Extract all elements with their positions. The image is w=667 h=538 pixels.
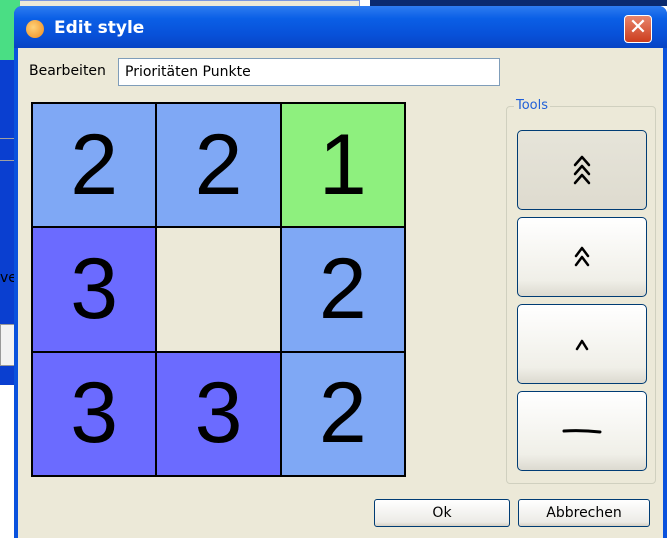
triple-chevron-up-icon	[573, 155, 591, 185]
edit-style-dialog: Edit style ✕ Bearbeiten 2 2 1 3 2 3 3 2 …	[14, 6, 667, 538]
grid-cell[interactable]: 3	[32, 351, 157, 476]
style-grid: 2 2 1 3 2 3 3 2	[31, 102, 406, 477]
tools-label: Tools	[514, 98, 551, 113]
app-icon	[26, 20, 44, 38]
grid-cell[interactable]: 2	[280, 351, 405, 476]
edit-label: Bearbeiten	[29, 63, 106, 79]
grid-cell[interactable]: 2	[280, 227, 405, 352]
cancel-button[interactable]: Abbrechen	[518, 499, 650, 527]
close-button[interactable]: ✕	[624, 15, 652, 43]
grid-cell[interactable]	[156, 227, 281, 352]
grid-cell[interactable]: 2	[32, 103, 157, 228]
close-icon: ✕	[628, 15, 648, 40]
single-chevron-up-icon	[575, 339, 589, 351]
grid-cell[interactable]: 3	[156, 351, 281, 476]
dialog-titlebar[interactable]: Edit style ✕	[14, 6, 667, 48]
dialog-title: Edit style	[54, 18, 145, 38]
dash-line-icon	[562, 429, 602, 434]
double-chevron-up-icon	[574, 246, 590, 267]
tool-button-single-chevron[interactable]	[517, 304, 647, 384]
grid-cell[interactable]: 2	[156, 103, 281, 228]
tool-button-triple-chevron[interactable]	[517, 130, 647, 210]
grid-cell[interactable]: 1	[280, 103, 405, 228]
dialog-body: Bearbeiten 2 2 1 3 2 3 3 2 Tools	[18, 48, 663, 538]
tool-button-dash-line[interactable]	[517, 391, 647, 471]
tool-button-double-chevron[interactable]	[517, 217, 647, 297]
grid-cell[interactable]: 3	[32, 227, 157, 352]
ok-button[interactable]: Ok	[374, 499, 510, 527]
style-name-input[interactable]	[118, 58, 500, 86]
